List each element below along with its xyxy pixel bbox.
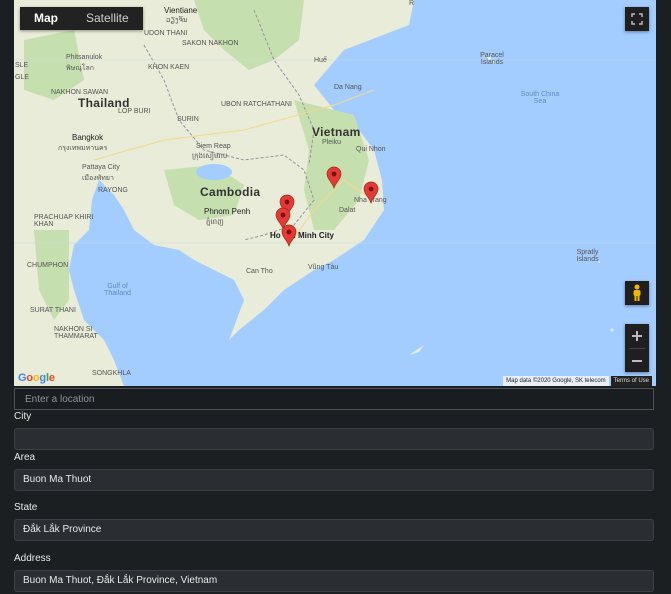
map-label-sle: SLE <box>15 62 29 69</box>
map-label-vientiane: Vientiane <box>164 6 198 15</box>
map-label-rayong: RAYONG <box>98 187 128 194</box>
map-label-nha-trang: Nha Trang <box>354 197 387 204</box>
zoom-control <box>625 324 649 372</box>
street-view-button[interactable] <box>625 281 649 305</box>
zoom-in-icon <box>632 331 642 341</box>
terms-of-use-link[interactable]: Terms of Use <box>610 376 652 386</box>
map-label-nakhon-sawan: NAKHON SAWAN <box>51 89 109 96</box>
map-label-prachuap: PRACHUAP KHIRI KHAN <box>34 214 94 228</box>
map-label-spratly: Spratly Islands <box>576 249 599 263</box>
map-label-nakhon-si: NAKHON SI THAMMARAT <box>54 326 98 340</box>
map-label-pattaya-local: เมืองพัทยา <box>82 175 114 182</box>
zoom-in-button[interactable] <box>625 324 649 348</box>
area-label: Area <box>14 452 36 463</box>
map-label-udon: UDON THANI <box>144 30 188 37</box>
address-field[interactable]: Buon Ma Thuot, Đắk Lắk Province, Vietnam <box>14 570 654 592</box>
city-field[interactable] <box>14 428 654 450</box>
map-label-sakon: SAKON NAKHON <box>182 40 239 47</box>
map-label-cambodia: Cambodia <box>200 185 261 199</box>
map-label-vung-tau: Vũng Tàu <box>308 264 339 271</box>
map-label-hue: Huế <box>314 57 327 64</box>
address-label: Address <box>14 553 51 564</box>
map-type-satellite-button[interactable]: Satellite <box>72 7 143 30</box>
map-type-map-button[interactable]: Map <box>20 7 72 30</box>
map-attribution: Map data ©2020 Google, SK telecom Terms … <box>503 376 652 386</box>
map-label-ubon: UBON RATCHATHANI <box>221 101 292 108</box>
map-label-siem-reap-local: ក្រុងសៀមរាប <box>192 153 228 160</box>
map-label-south-china-sea: South China Sea <box>520 91 560 105</box>
state-label: State <box>14 502 38 513</box>
map-label-qui-nhon: Qui Nhon <box>356 146 386 153</box>
pegman-icon <box>633 284 641 301</box>
map-label-da-nang: Da Nang <box>334 84 362 91</box>
city-label: City <box>14 411 32 422</box>
map-label-phnom-penh-local: ភ្នំពេញ <box>206 219 224 226</box>
map-label-can-tho: Can Tho <box>246 268 273 275</box>
fullscreen-icon <box>631 13 643 25</box>
map-label-pleiku: Pleiku <box>322 139 342 146</box>
zoom-out-button[interactable] <box>625 349 649 372</box>
map-label-hcmc: Ho Chi Minh City <box>270 231 334 240</box>
map-label-dalat: Dalat <box>339 207 356 214</box>
map-label-phnom-penh: Phnom Penh <box>204 207 251 216</box>
map-data-credit[interactable]: Map data ©2020 Google, SK telecom <box>503 376 609 386</box>
google-logo[interactable]: Google <box>18 372 55 384</box>
map-label-gulf: Gulf of Thailand <box>104 283 131 297</box>
map-label-paracel: Paracel Islands <box>480 52 504 66</box>
map-label-vietnam: Vietnam <box>312 125 361 139</box>
location-search-input[interactable] <box>14 388 654 410</box>
map-label-vientiane-local: ວຽງຈັນ <box>166 17 188 24</box>
map-label-siem-reap: Siem Reap <box>196 143 231 150</box>
map-label-surin: SURIN <box>177 116 199 123</box>
map-label-gle: GLE <box>15 74 30 81</box>
map-label-chumphon: CHUMPHON <box>27 262 69 269</box>
map[interactable]: Vientiane ວຽງຈັນ UDON THANI SAKON NAKHON… <box>14 0 656 386</box>
map-label-lop-buri: LOP BURI <box>118 108 151 115</box>
map-label-khon-kaen: KHON KAEN <box>148 64 190 71</box>
zoom-out-icon <box>632 359 642 362</box>
map-label-surat: SURAT THANI <box>30 307 76 314</box>
map-label-r: R <box>409 0 415 7</box>
map-label-pattaya: Pattaya City <box>82 164 120 171</box>
fullscreen-button[interactable] <box>625 7 649 31</box>
map-label-bangkok-local: กรุงเทพมหานคร <box>58 145 108 152</box>
map-type-control: Map Satellite <box>20 7 143 30</box>
map-label-bangkok: Bangkok <box>72 133 104 142</box>
state-field[interactable]: Đắk Lắk Province <box>14 519 654 541</box>
area-field[interactable]: Buon Ma Thuot <box>14 469 654 491</box>
map-label-phitsanulok: Phitsanulok <box>66 54 103 61</box>
map-label-phitsanulok-local: พิษณุโลก <box>66 65 95 72</box>
map-label-songkhla: SONGKHLA <box>92 370 131 377</box>
